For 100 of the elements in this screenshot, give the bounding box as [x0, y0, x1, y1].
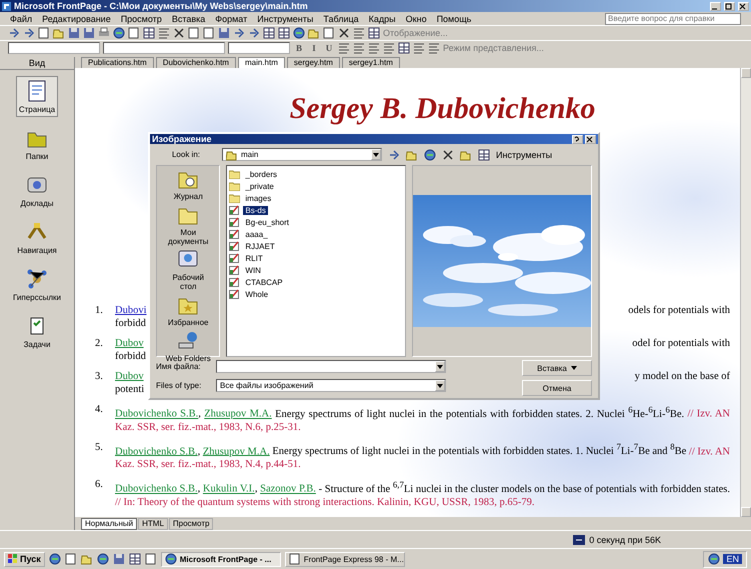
dropdown-field[interactable] [8, 42, 100, 54]
page-tab[interactable]: Publications.htm [81, 57, 154, 68]
menu-item[interactable]: Вставка [172, 14, 206, 24]
view-button[interactable]: Гиперссылки [10, 264, 64, 305]
printer-icon[interactable] [98, 27, 110, 39]
taskbar-button[interactable]: FrontPage Express 98 - M... [284, 552, 405, 566]
author-link[interactable]: Zhusupov M.A. [202, 446, 270, 457]
language-indicator[interactable]: EN [723, 554, 742, 564]
view-tab[interactable]: Нормальный [81, 518, 138, 530]
maximize-button[interactable] [724, 2, 735, 10]
file-item[interactable]: CTABCAP [229, 276, 403, 288]
menu-item[interactable]: Окно [406, 14, 427, 24]
cancel-button[interactable]: Отмена [522, 380, 592, 396]
help-button[interactable] [572, 134, 583, 144]
menu-item[interactable]: Помощь [436, 14, 472, 24]
align-lines-icon[interactable] [428, 42, 440, 54]
author-link[interactable]: Dubov [115, 370, 144, 383]
arrow-icon[interactable] [23, 27, 35, 39]
places-item[interactable]: Избранное [158, 292, 218, 328]
table-icon[interactable] [368, 27, 380, 39]
align-lines-icon[interactable] [158, 27, 170, 39]
align-lines-icon[interactable] [353, 27, 365, 39]
globe-icon[interactable] [113, 27, 125, 39]
page-icon[interactable] [128, 27, 140, 39]
places-item[interactable]: Рабочий стол [158, 247, 218, 292]
taskbar-button[interactable]: Microsoft FrontPage - ... [160, 552, 281, 566]
file-item[interactable]: RJJAET [229, 240, 403, 252]
insert-button[interactable]: Вставка [522, 360, 592, 376]
table-icon[interactable] [398, 42, 410, 54]
places-item[interactable]: Web Folders [158, 328, 218, 364]
menu-item[interactable]: Таблица [323, 14, 359, 24]
view-tab[interactable]: HTML [138, 518, 168, 530]
format-button[interactable]: U [323, 42, 335, 54]
format-button[interactable]: I [308, 42, 320, 54]
arrow-icon[interactable] [388, 148, 400, 160]
format-button[interactable]: B [293, 42, 305, 54]
folder-icon[interactable] [460, 148, 472, 160]
menu-item[interactable]: Редактирование [42, 14, 111, 24]
minimize-button[interactable] [710, 2, 721, 10]
globe-icon[interactable] [293, 27, 305, 39]
page-tab[interactable]: main.htm [238, 57, 285, 68]
author-link[interactable]: Sazonov P.B. [260, 484, 316, 494]
menu-item[interactable]: Просмотр [120, 14, 162, 24]
table-icon[interactable] [278, 27, 290, 39]
file-item[interactable]: _private [229, 180, 403, 192]
globe-icon[interactable] [424, 148, 436, 160]
view-tab[interactable]: Просмотр [168, 518, 214, 530]
folder-icon[interactable] [406, 148, 418, 160]
page-tab[interactable]: sergey1.htm [342, 57, 400, 68]
page-icon[interactable] [144, 553, 157, 565]
page-icon[interactable] [38, 27, 50, 39]
page-icon[interactable] [323, 27, 335, 39]
file-item[interactable]: WIN [229, 264, 403, 276]
file-item[interactable]: Bg-eu_short [229, 216, 403, 228]
page-icon[interactable] [188, 27, 200, 39]
file-item[interactable]: Bs-ds [229, 204, 403, 216]
cross-icon[interactable] [442, 148, 454, 160]
menu-item[interactable]: Инструменты [257, 14, 314, 24]
align-lines-icon[interactable] [413, 42, 425, 54]
look-in-dropdown[interactable]: main [222, 148, 382, 161]
author-link[interactable]: Dubovi [115, 304, 146, 317]
globe-icon[interactable] [48, 553, 61, 565]
menu-item[interactable]: Файл [10, 14, 32, 24]
places-item[interactable]: Мои документы [158, 202, 218, 247]
help-search-field[interactable]: Введите вопрос для справки [605, 12, 741, 24]
tools-menu[interactable]: Инструменты [496, 150, 552, 160]
cross-icon[interactable] [338, 27, 350, 39]
align-lines-icon[interactable] [338, 42, 350, 54]
file-item[interactable]: aaaa_ [229, 228, 403, 240]
cross-icon[interactable] [173, 27, 185, 39]
view-button[interactable]: Страница [16, 76, 58, 117]
menu-item[interactable]: Кадры [368, 14, 396, 24]
close-button[interactable] [738, 2, 749, 10]
arrow-icon[interactable] [8, 27, 20, 39]
view-button[interactable]: Доклады [17, 170, 57, 211]
arrow-icon[interactable] [233, 27, 245, 39]
table-icon[interactable] [128, 553, 141, 565]
arrow-icon[interactable] [248, 27, 260, 39]
view-button[interactable]: Навигация [14, 217, 60, 258]
file-item[interactable]: Whole [229, 288, 403, 300]
start-button[interactable]: Пуск [4, 552, 45, 566]
page-tab[interactable]: Dubovichenko.htm [156, 57, 236, 68]
align-lines-icon[interactable] [383, 42, 395, 54]
close-button[interactable] [585, 134, 596, 144]
author-link[interactable]: Dubov [115, 337, 146, 350]
author-link[interactable]: Dubovichenko S.B. [115, 408, 198, 420]
vertical-scrollbar[interactable] [740, 68, 751, 517]
file-type-dropdown[interactable]: Все файлы изображений [216, 379, 446, 392]
align-lines-icon[interactable] [368, 42, 380, 54]
places-item[interactable]: Журнал [158, 166, 218, 202]
table-icon[interactable] [263, 27, 275, 39]
file-item[interactable]: images [229, 192, 403, 204]
author-link[interactable]: Zhusupov M.A. [204, 408, 272, 420]
globe-icon[interactable] [96, 553, 109, 565]
author-link[interactable]: Kukulin V.I. [202, 484, 255, 494]
dropdown-field[interactable] [103, 42, 225, 54]
table-icon[interactable] [143, 27, 155, 39]
view-button[interactable]: Папки [22, 123, 52, 164]
table-icon[interactable] [478, 148, 490, 160]
page-tab[interactable]: sergey.htm [286, 57, 340, 68]
